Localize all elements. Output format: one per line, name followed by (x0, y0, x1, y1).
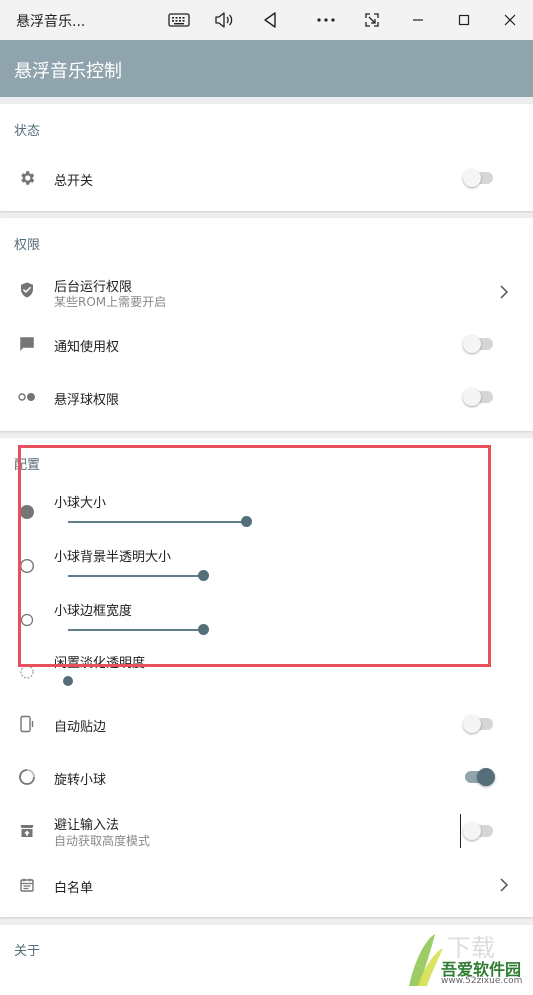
archive-up-icon (17, 821, 37, 841)
switch-knob (463, 335, 481, 353)
shield-check-icon (17, 280, 37, 300)
section-title-about: 关于 (14, 944, 41, 959)
maximize-icon[interactable] (452, 8, 476, 32)
background-permission-row[interactable]: 后台运行权限 某些ROM上需要开启 (0, 268, 533, 318)
avoid-ime-sub: 自动获取高度模式 (54, 834, 151, 848)
switch-knob (463, 169, 481, 187)
close-icon[interactable] (498, 8, 522, 32)
rotate-ball-row[interactable]: 旋转小球 (0, 751, 533, 803)
notification-permission-row[interactable]: 通知使用权 (0, 320, 533, 370)
avoid-ime-row[interactable]: 避让输入法 自动获取高度模式 (0, 805, 533, 857)
avoid-ime-toggle[interactable] (463, 822, 493, 840)
notification-permission-toggle[interactable] (463, 335, 493, 353)
auto-edge-label: 自动贴边 (54, 720, 107, 735)
switch-knob (477, 768, 495, 786)
switch-knob (463, 715, 481, 733)
chevron-right-icon (499, 877, 509, 892)
auto-edge-toggle[interactable] (463, 715, 493, 733)
master-switch-label: 总开关 (54, 174, 94, 189)
status-card: 状态 总开关 (0, 104, 533, 211)
switch-knob (463, 822, 481, 840)
calendar-icon (17, 875, 37, 895)
rotate-ball-toggle[interactable] (465, 768, 495, 786)
notification-permission-label: 通知使用权 (54, 340, 120, 355)
section-title-status: 状态 (14, 124, 41, 139)
auto-edge-row[interactable]: 自动贴边 (0, 698, 533, 750)
chevron-right-icon (499, 284, 509, 299)
window-titlebar: 悬浮音乐... (0, 0, 533, 40)
gear-icon (17, 168, 37, 188)
app-bar: 悬浮音乐控制 (0, 40, 533, 97)
toggle-dots-icon (17, 387, 37, 407)
watermark-logo: 下载 吾爱软件园 www.52zixue.com (405, 928, 533, 988)
whitelist-row[interactable]: 白名单 (0, 859, 533, 911)
minimize-icon[interactable] (406, 8, 430, 32)
rotate-icon (17, 767, 37, 787)
phone-edge-icon (17, 714, 37, 734)
slider-thumb[interactable] (63, 676, 73, 686)
text-cursor (460, 814, 461, 848)
switch-knob (463, 388, 481, 406)
app-title: 悬浮音乐控制 (14, 61, 122, 82)
volume-icon[interactable] (212, 8, 236, 32)
background-permission-sub: 某些ROM上需要开启 (54, 295, 167, 309)
watermark-url: www.52zixue.com (441, 976, 523, 986)
whitelist-label: 白名单 (54, 881, 94, 896)
rotate-ball-label: 旋转小球 (54, 773, 107, 788)
master-switch-toggle[interactable] (463, 169, 493, 187)
master-switch-row[interactable]: 总开关 (0, 154, 533, 202)
idle-fade-slider[interactable] (63, 675, 290, 689)
back-triangle-icon[interactable] (258, 8, 282, 32)
avoid-ime-label: 避让输入法 (54, 818, 120, 833)
window-title: 悬浮音乐... (16, 14, 86, 30)
highlight-annotation (18, 445, 491, 667)
keyboard-icon[interactable] (167, 8, 191, 32)
message-icon (17, 334, 37, 354)
section-title-permissions: 权限 (14, 238, 41, 253)
snap-window-icon[interactable] (360, 8, 384, 32)
floating-permission-toggle[interactable] (463, 388, 493, 406)
floating-permission-label: 悬浮球权限 (54, 393, 120, 408)
permissions-card: 权限 后台运行权限 某些ROM上需要开启 通知使用权 悬浮球权限 (0, 218, 533, 431)
more-icon[interactable] (314, 8, 338, 32)
floating-permission-row[interactable]: 悬浮球权限 (0, 373, 533, 423)
